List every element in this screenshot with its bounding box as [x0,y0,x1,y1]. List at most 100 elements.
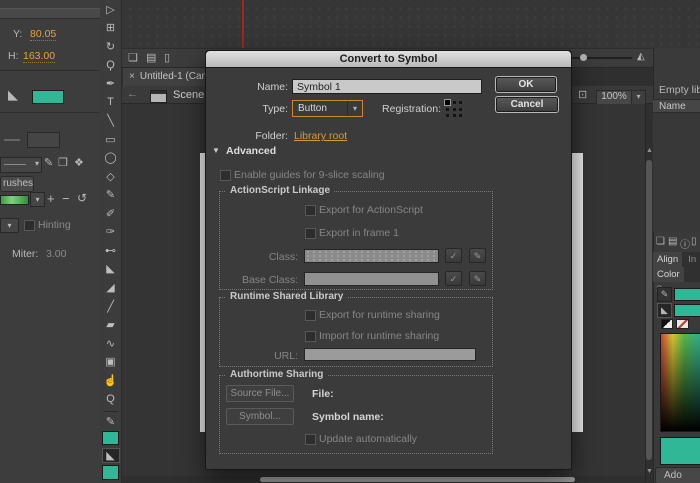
source-file-button[interactable]: Source File... [226,385,294,402]
new-folder-icon[interactable]: ▤ [146,51,156,64]
subselection-tool-icon[interactable]: ▷ [102,1,120,18]
ink-bottle-tool-icon[interactable]: ◢ [102,279,120,296]
brush-dropdown[interactable]: ▾ [30,192,45,207]
registration-point[interactable] [453,101,456,104]
symbol-button[interactable]: Symbol... [226,408,294,425]
eyedropper-tool-icon[interactable]: ╱ [102,298,120,315]
registration-point[interactable] [453,114,456,117]
object-drawing-icon[interactable]: ❐ [58,156,68,169]
brushes-button[interactable]: rushes [0,176,34,192]
timeline-frames[interactable] [122,0,700,48]
hand-tool-icon[interactable]: ☝ [102,372,120,389]
stroke-size-slider[interactable] [4,139,20,141]
no-color-icon[interactable] [676,319,689,329]
text-tool-icon[interactable]: T [102,94,120,111]
eraser-tool-icon[interactable]: ▰ [102,316,120,333]
library-new-symbol-icon[interactable]: ❏ [656,236,665,247]
symbol-name-input[interactable] [292,79,482,94]
hinting-checkbox[interactable] [24,220,35,231]
ok-button[interactable]: OK [495,76,557,93]
pressure-icon[interactable]: ❖ [74,156,84,169]
miter-value[interactable]: 3.00 [46,248,66,260]
vertical-scrollbar-thumb[interactable] [646,160,652,460]
validate-base-class-button[interactable]: ✓ [445,271,462,286]
registration-point[interactable] [446,108,449,111]
camera-tool-icon[interactable]: ▣ [102,353,120,370]
class-field[interactable] [304,249,439,263]
delete-layer-icon[interactable]: ▯ [164,51,170,64]
dialog-title-bar[interactable]: Convert to Symbol [206,51,571,68]
stroke-size-value[interactable] [27,132,60,148]
bone-tool-icon[interactable]: ⊷ [102,242,120,259]
color-fill-bucket-icon[interactable]: ◣ [657,303,672,318]
cap-dropdown[interactable]: ▾ [0,218,19,233]
pencil-tool-icon[interactable]: ✎ [102,186,120,203]
registration-point[interactable] [459,101,462,104]
brush-tool-icon[interactable]: ✐ [102,205,120,222]
zoom-tool-icon[interactable]: Q [102,390,120,407]
color-fill-swatch[interactable] [674,304,700,317]
registration-point[interactable] [446,114,449,117]
registration-point[interactable] [453,108,456,111]
library-name-column-header[interactable]: Name [653,99,700,113]
stage-zoom-dropdown[interactable]: ▾ [631,90,646,105]
polystar-tool-icon[interactable]: ◇ [102,168,120,185]
cancel-button[interactable]: Cancel [495,96,559,113]
h-value[interactable]: 163.00 [23,50,55,63]
timeline-playhead[interactable] [242,0,244,48]
update-automatically-checkbox[interactable] [305,434,316,445]
validate-class-button[interactable]: ✓ [445,248,462,263]
width-tool-icon[interactable]: ∿ [102,335,120,352]
rectangle-tool-icon[interactable]: ▭ [102,131,120,148]
folder-link[interactable]: Library root [294,130,347,142]
color-stroke-swatch[interactable] [674,288,700,301]
edit-base-class-button[interactable]: ✎ [469,271,486,286]
add-brush-icon[interactable]: + [47,191,55,206]
add-to-swatches-button[interactable]: Ado [655,467,700,483]
color-stroke-pencil-icon[interactable]: ✎ [657,287,672,302]
registration-point-selected[interactable] [444,99,451,106]
export-in-frame-1-checkbox[interactable] [305,228,316,239]
scroll-down-icon[interactable]: ▼ [646,468,653,475]
advanced-toggle[interactable]: Advanced [226,145,276,157]
stage-zoom-input[interactable]: 100% [596,90,632,105]
library-item-list[interactable] [653,113,700,232]
edit-class-button[interactable]: ✎ [469,248,486,263]
line-tool-icon[interactable]: ╲ [102,112,120,129]
registration-grid[interactable] [444,99,464,119]
reset-brush-icon[interactable]: ↺ [77,191,87,205]
y-value[interactable]: 80.05 [30,28,56,41]
free-transform-tool-icon[interactable]: ⊞ [102,20,120,37]
fill-color-swatch[interactable] [32,90,64,104]
horizontal-scrollbar-thumb[interactable] [260,477,575,482]
nine-slice-checkbox[interactable] [220,170,231,181]
base-class-field[interactable] [304,272,439,286]
timeline-zoom-slider-thumb[interactable] [580,54,587,61]
tab-info[interactable]: In [688,254,696,265]
scroll-up-icon[interactable]: ▲ [646,147,653,154]
black-and-white-icon[interactable] [661,319,673,329]
stroke-color-swatch[interactable] [102,431,119,446]
import-runtime-sharing-checkbox[interactable] [305,331,316,342]
library-new-folder-icon[interactable]: ▤ [668,236,677,247]
library-properties-icon[interactable]: ⓘ [680,236,690,251]
paint-brush-tool-icon[interactable]: ✑ [102,224,120,241]
paint-bucket-tool-icon[interactable]: ◣ [102,261,120,278]
export-runtime-sharing-checkbox[interactable] [305,310,316,321]
close-tab-icon[interactable]: × [129,71,135,82]
remove-brush-icon[interactable]: − [62,191,70,206]
fill-color-swatch-toolbar[interactable] [102,465,119,480]
tab-align[interactable]: Align [653,252,682,267]
lasso-tool-icon[interactable]: Ϙ [102,57,120,74]
tab-color[interactable]: Color [653,267,684,282]
registration-point[interactable] [459,108,462,111]
center-frame-icon[interactable]: ⊡ [578,88,587,101]
pen-tool-icon[interactable]: ✒ [102,75,120,92]
3d-rotation-tool-icon[interactable]: ↻ [102,38,120,55]
new-layer-icon[interactable]: ❏ [128,51,138,64]
url-field[interactable] [304,348,476,361]
back-arrow-icon[interactable]: ← [127,88,138,100]
registration-point[interactable] [459,114,462,117]
oval-tool-icon[interactable]: ◯ [102,149,120,166]
advanced-triangle-icon[interactable]: ▼ [212,146,220,155]
